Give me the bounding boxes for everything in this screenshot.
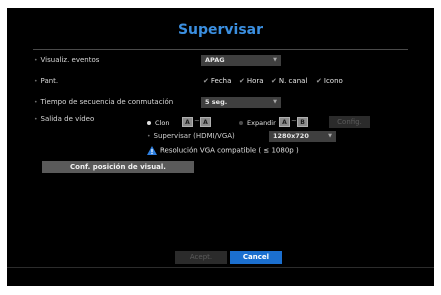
vga-warning: Resolución VGA compatible ( ≤ 1080p )	[147, 146, 299, 155]
secuencia-label: • Tiempo de secuencia de conmutación	[34, 98, 174, 106]
radio-selected-icon	[147, 121, 151, 125]
bullet-icon: •	[147, 133, 151, 140]
monitor-b-icon: B	[297, 117, 308, 127]
checkbox-fecha[interactable]: ✔ Fecha	[203, 77, 231, 85]
accept-button[interactable]: Acept.	[175, 251, 227, 264]
check-icon: ✔	[271, 77, 277, 85]
radio-expandir[interactable]: Expandir	[239, 119, 276, 127]
footer-divider	[7, 267, 434, 268]
pant-label: • Pant.	[34, 77, 59, 85]
monitor-a3-icon: A	[279, 117, 290, 127]
radio-unselected-icon	[239, 121, 243, 125]
supervisar-dialog: Supervisar • Visualiz. eventos APAG ▼ • Pa…	[7, 8, 434, 286]
supervisar-hdmi-label: • Supervisar (HDMI/VGA)	[147, 132, 235, 140]
checkbox-icono[interactable]: ✔ Icono	[316, 77, 343, 85]
checkbox-hora[interactable]: ✔ Hora	[239, 77, 264, 85]
bullet-icon: •	[34, 57, 38, 64]
bullet-icon: •	[34, 78, 38, 85]
check-icon: ✔	[239, 77, 245, 85]
radio-clon[interactable]: Clon	[147, 119, 169, 127]
title-divider	[33, 49, 408, 50]
warning-icon	[147, 146, 157, 155]
bullet-icon: •	[34, 116, 38, 123]
monitor-a2-icon: A	[200, 117, 211, 127]
eventos-label: • Visualiz. eventos	[34, 56, 100, 64]
eventos-dropdown[interactable]: APAG ▼	[201, 55, 281, 66]
tilde-icon: ~	[291, 117, 297, 125]
dialog-title: Supervisar	[177, 22, 264, 38]
resolution-dropdown[interactable]: 1280x720 ▼	[269, 131, 336, 142]
bullet-icon: •	[34, 99, 38, 106]
chevron-down-icon: ▼	[273, 57, 277, 63]
config-button[interactable]: Config.	[329, 116, 370, 128]
chevron-down-icon: ▼	[273, 99, 277, 105]
monitor-a-icon: A	[182, 117, 193, 127]
tilde-icon: ~	[194, 117, 200, 125]
check-icon: ✔	[203, 77, 209, 85]
chevron-down-icon: ▼	[328, 133, 332, 139]
conf-posicion-button[interactable]: Conf. posición de visual.	[42, 161, 194, 173]
secuencia-dropdown[interactable]: 5 seg. ▼	[201, 97, 281, 108]
check-icon: ✔	[316, 77, 322, 85]
cancel-button[interactable]: Cancel	[230, 251, 282, 264]
checkbox-n-canal[interactable]: ✔ N. canal	[271, 77, 307, 85]
salida-label: • Salida de vídeo	[34, 115, 95, 123]
